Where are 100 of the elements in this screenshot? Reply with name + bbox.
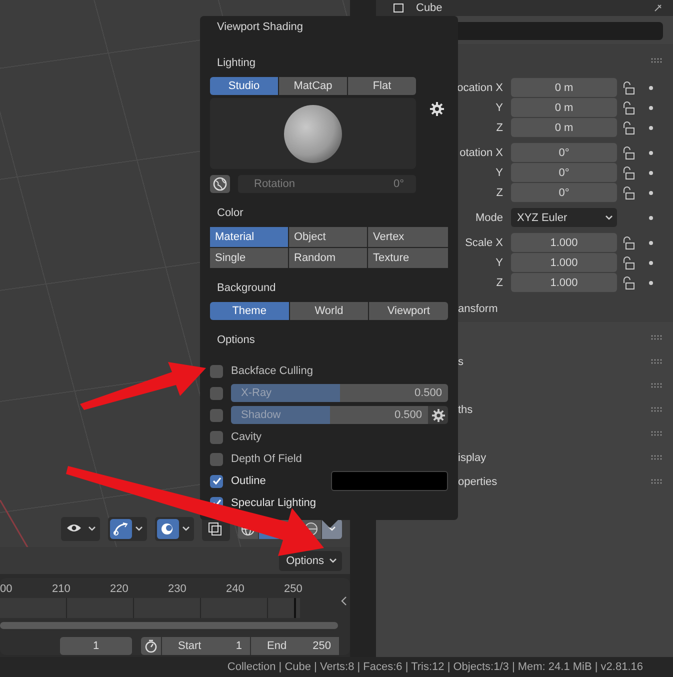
drag-handle-icon[interactable] bbox=[651, 383, 663, 389]
checkbox[interactable] bbox=[210, 364, 223, 378]
unlocked-padlock-icon[interactable] bbox=[621, 120, 635, 134]
number-field[interactable]: 0° bbox=[511, 183, 617, 202]
checkbox[interactable] bbox=[210, 408, 223, 422]
section-label: Background bbox=[216, 281, 277, 296]
unlocked-padlock-icon[interactable] bbox=[621, 80, 635, 94]
world-space-button[interactable] bbox=[210, 175, 230, 193]
keyframe-dot-icon[interactable] bbox=[649, 126, 653, 130]
options-dropdown[interactable]: Options bbox=[279, 551, 342, 571]
start-frame-field[interactable]: Start 1 bbox=[162, 637, 250, 655]
keyframe-dot-icon[interactable] bbox=[649, 260, 653, 264]
option-label: Depth Of Field bbox=[231, 453, 302, 465]
number-field[interactable]: 1.000 bbox=[511, 253, 617, 272]
number-field[interactable]: 1.000 bbox=[511, 233, 617, 252]
property-label: Z bbox=[496, 186, 503, 198]
keyframe-dot-icon[interactable] bbox=[649, 150, 653, 154]
unlocked-padlock-icon[interactable] bbox=[621, 276, 635, 290]
drag-handle-icon[interactable] bbox=[651, 359, 663, 365]
mode-dropdown[interactable]: XYZ Euler bbox=[511, 208, 617, 227]
section-label: Options bbox=[216, 333, 256, 348]
color-option[interactable]: Vertex bbox=[368, 227, 448, 247]
studio-light-preview[interactable] bbox=[210, 98, 416, 169]
checkbox[interactable] bbox=[210, 474, 223, 488]
drag-handle-icon[interactable] bbox=[651, 335, 663, 341]
caret-icon[interactable] bbox=[182, 526, 190, 532]
subpanel-title[interactable]: isplay bbox=[458, 452, 486, 464]
subpanel-title: ansform bbox=[458, 303, 498, 315]
end-frame-field[interactable]: End 250 bbox=[251, 637, 339, 655]
drag-handle-icon[interactable] bbox=[651, 479, 663, 485]
checkmark-icon bbox=[212, 476, 222, 486]
frame-tick-label: 210 bbox=[52, 583, 70, 595]
keyframe-dot-icon[interactable] bbox=[649, 86, 653, 90]
subpanel-title[interactable]: ths bbox=[458, 404, 473, 416]
keyframe-dot-icon[interactable] bbox=[649, 280, 653, 284]
lighting-tab[interactable]: MatCap bbox=[279, 77, 347, 95]
pin-icon[interactable] bbox=[653, 3, 663, 13]
number-field[interactable]: 1.000 bbox=[511, 273, 617, 292]
subpanel-title[interactable]: operties bbox=[458, 476, 498, 488]
number-field[interactable]: 0 m bbox=[511, 98, 617, 117]
unlocked-padlock-icon[interactable] bbox=[621, 236, 635, 250]
subpanel-title[interactable]: s bbox=[458, 356, 464, 368]
settings-icon bbox=[432, 408, 444, 422]
checkbox[interactable] bbox=[210, 430, 223, 444]
overlay-toggle-button[interactable] bbox=[157, 519, 179, 539]
lighting-tab[interactable]: Flat bbox=[348, 77, 416, 95]
unlocked-padlock-icon[interactable] bbox=[621, 166, 635, 180]
color-option[interactable]: Texture bbox=[368, 248, 448, 268]
chevron-left-icon[interactable] bbox=[340, 596, 348, 606]
checkbox[interactable] bbox=[210, 386, 223, 400]
caret-icon[interactable] bbox=[88, 526, 96, 532]
drag-handle-icon[interactable] bbox=[651, 58, 663, 64]
stopwatch-icon bbox=[144, 639, 158, 653]
unlocked-padlock-icon[interactable] bbox=[621, 186, 635, 200]
unlocked-padlock-icon[interactable] bbox=[621, 100, 635, 114]
property-label: Mode bbox=[475, 212, 503, 224]
overlapping-squares-icon bbox=[208, 522, 222, 536]
section-label: Lighting bbox=[216, 56, 257, 71]
number-field[interactable]: 0 m bbox=[511, 118, 617, 137]
lighting-tab[interactable]: Studio bbox=[210, 77, 278, 95]
background-tab[interactable]: Theme bbox=[210, 302, 289, 320]
scrollbar[interactable] bbox=[0, 622, 338, 629]
drag-handle-icon[interactable] bbox=[651, 431, 663, 437]
color-option[interactable]: Single bbox=[210, 248, 288, 268]
unlocked-padlock-icon[interactable] bbox=[621, 256, 635, 270]
number-field[interactable]: 0° bbox=[511, 143, 617, 162]
color-option[interactable]: Object bbox=[289, 227, 367, 247]
keyframe-dot-icon[interactable] bbox=[649, 170, 653, 174]
rotation-field[interactable]: Rotation 0° bbox=[238, 175, 416, 193]
unlocked-padlock-icon[interactable] bbox=[621, 146, 635, 160]
caret-icon bbox=[329, 558, 337, 564]
frame-tick-label: 230 bbox=[168, 583, 186, 595]
property-label: Scale X bbox=[465, 236, 503, 248]
value-slider[interactable]: X-Ray 0.500 bbox=[231, 384, 448, 402]
stopwatch-button[interactable] bbox=[141, 637, 161, 655]
frame-tick-label: 250 bbox=[284, 583, 302, 595]
number-field[interactable]: 0 m bbox=[511, 78, 617, 97]
keyframe-dot-icon[interactable] bbox=[649, 240, 653, 244]
gizmo-toggle-button[interactable] bbox=[110, 519, 132, 539]
number-field[interactable]: 0° bbox=[511, 163, 617, 182]
option-label: Outline bbox=[231, 475, 266, 487]
keyframe-dot-icon[interactable] bbox=[649, 216, 653, 220]
value-slider[interactable]: Shadow 0.500 bbox=[231, 406, 428, 424]
current-frame-field[interactable]: 1 bbox=[60, 637, 132, 655]
frame-tick-label: 00 bbox=[0, 583, 12, 595]
keyframe-dot-icon[interactable] bbox=[649, 106, 653, 110]
settings-icon[interactable] bbox=[430, 102, 444, 116]
background-tab[interactable]: Viewport bbox=[369, 302, 448, 320]
color-swatch[interactable] bbox=[331, 471, 448, 491]
popover-title: Viewport Shading bbox=[216, 20, 304, 35]
caret-icon[interactable] bbox=[135, 526, 143, 532]
color-option[interactable]: Random bbox=[289, 248, 367, 268]
background-tab[interactable]: World bbox=[290, 302, 368, 320]
settings-button[interactable] bbox=[428, 406, 448, 424]
drag-handle-icon[interactable] bbox=[651, 407, 663, 413]
checkbox[interactable] bbox=[210, 452, 223, 466]
drag-handle-icon[interactable] bbox=[651, 455, 663, 461]
caret-icon bbox=[328, 526, 336, 532]
keyframe-dot-icon[interactable] bbox=[649, 190, 653, 194]
color-option[interactable]: Material bbox=[210, 227, 288, 247]
